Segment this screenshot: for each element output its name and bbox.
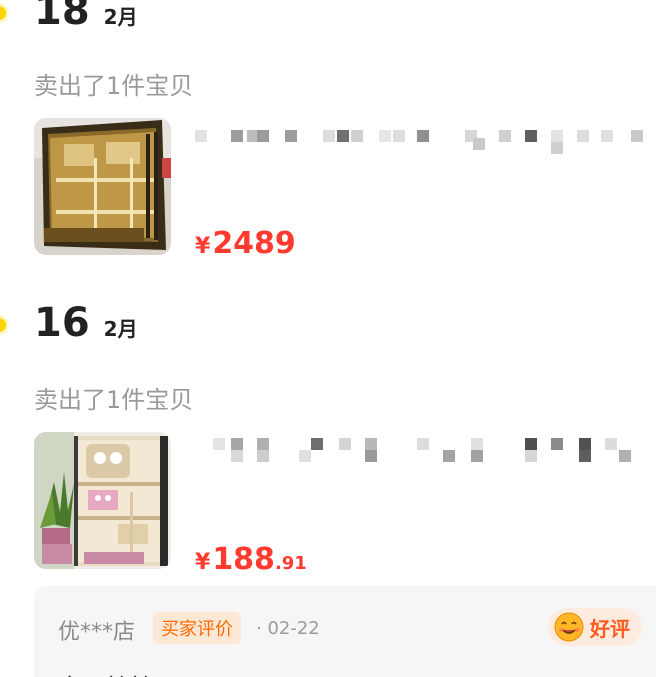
- timeline-dot: [0, 318, 6, 332]
- price-integer: 2489: [212, 226, 296, 261]
- date-month: 2月: [103, 317, 138, 341]
- price-currency: ¥: [195, 234, 211, 259]
- good-rating-label: 好评: [590, 616, 630, 641]
- price: ¥ 188 .91: [195, 542, 307, 577]
- date-day: 18: [34, 0, 90, 34]
- sold-count-text: 卖出了1件宝贝: [34, 72, 194, 100]
- sold-count-text: 卖出了1件宝贝: [34, 386, 194, 414]
- product-thumbnail[interactable]: [34, 118, 171, 255]
- review-text: 宝贝拾挂: [58, 668, 154, 677]
- cat-cabinet-image: [34, 432, 171, 569]
- product-title-blurred[interactable]: [195, 432, 645, 462]
- price-currency: ¥: [195, 550, 211, 575]
- smiley-icon: [554, 612, 584, 642]
- review-date: · 02-22: [256, 618, 320, 639]
- product-thumbnail[interactable]: [34, 432, 171, 569]
- price: ¥ 2489: [195, 226, 296, 261]
- cat-cabinet-image: [34, 118, 171, 255]
- reviewer-name: 优***店: [58, 620, 136, 645]
- product-title-blurred[interactable]: [195, 124, 645, 154]
- good-rating-badge: 好评: [548, 608, 642, 646]
- review-card[interactable]: 优***店 买家评价 · 02-22 好评 宝贝拾挂: [34, 586, 656, 677]
- sold-items-timeline: 18 2月 卖出了1件宝贝 ¥ 2489 16 2月 卖出了1件宝贝 ¥ 188…: [0, 0, 656, 677]
- price-decimal: .91: [274, 553, 307, 574]
- price-integer: 188: [212, 542, 275, 577]
- date-day: 16: [34, 300, 90, 346]
- buyer-review-badge: 买家评价: [153, 612, 241, 644]
- date-header: 16 2月: [34, 300, 138, 346]
- timeline-dot: [0, 6, 6, 20]
- date-header: 18 2月: [34, 0, 138, 34]
- date-month: 2月: [103, 5, 138, 29]
